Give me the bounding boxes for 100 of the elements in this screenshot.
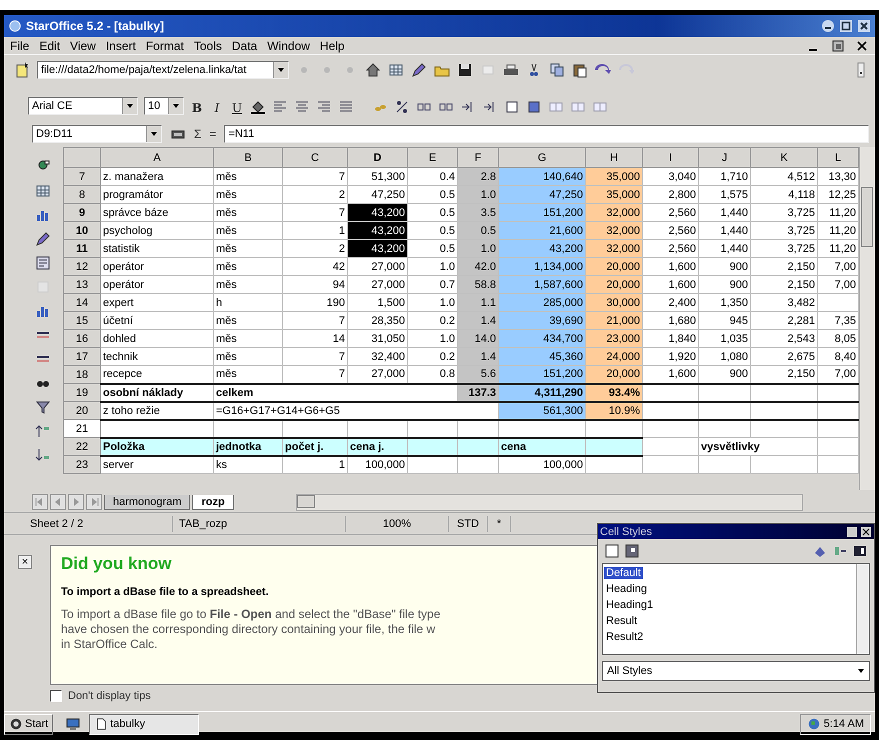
save-icon[interactable] [457,62,473,78]
row-header[interactable]: 21 [64,420,100,438]
pencil-icon[interactable] [411,62,427,78]
equals-button[interactable]: = [209,127,216,141]
square-icon[interactable] [624,543,640,559]
minimize-icon[interactable] [846,526,858,538]
vertical-scrollbar[interactable] [859,147,875,490]
row-header[interactable]: 22 [64,438,100,456]
row-header[interactable]: 13 [64,276,100,294]
sheet-tab[interactable]: rozp [192,494,234,510]
taskbar-button[interactable]: tabulky [89,714,200,734]
tip-heading: To import a dBase file to a spreadsheet. [61,586,269,598]
column-header[interactable]: L [818,148,858,168]
row-header[interactable]: 10 [64,222,100,240]
style-item[interactable]: Heading1 [604,597,855,613]
style-filter-dropdown[interactable]: All Styles [602,661,870,681]
row-header[interactable]: 15 [64,312,100,330]
print-icon[interactable] [503,62,519,78]
row-header[interactable]: 23 [64,456,100,474]
pencil-icon[interactable] [34,231,50,247]
new-document-icon[interactable] [14,62,30,78]
table-cell: 100,000 [498,456,586,474]
row-header[interactable]: 20 [64,402,100,420]
column-header[interactable]: C [282,148,348,168]
copy-icon[interactable] [549,62,565,78]
style-item[interactable]: Heading [604,581,855,597]
border-icon[interactable] [504,99,520,115]
grid-icon[interactable] [388,62,404,78]
filter-icon[interactable] [34,399,50,415]
menu-item[interactable]: Format [146,38,184,52]
row-header[interactable]: 18 [64,366,100,384]
column-header[interactable]: J [698,148,750,168]
sort-ascending-icon[interactable] [34,423,50,439]
close-tip-button[interactable]: × [18,555,32,569]
formula-input[interactable]: =N11 [224,125,869,143]
horizontal-scrollbar[interactable] [296,494,803,510]
globe-icon[interactable] [806,717,821,731]
menu-item[interactable]: Insert [106,38,136,52]
close-icon[interactable] [860,526,872,538]
checkbox[interactable] [50,690,62,702]
format-button[interactable]: I [210,101,224,115]
table-cell: 94 [282,276,348,294]
square-icon[interactable] [604,543,620,559]
sum-button[interactable]: Σ [194,127,202,141]
table-cell: 1.4 [458,348,498,366]
column-header[interactable]: I [642,148,698,168]
menu-item[interactable]: Help [320,38,345,52]
style-item[interactable]: Default [604,565,855,581]
column-header[interactable]: K [750,148,818,168]
column-header[interactable]: A [100,148,214,168]
row-header[interactable]: 12 [64,258,100,276]
column-header[interactable]: E [408,148,458,168]
format-button[interactable]: B [190,101,204,115]
close-icon[interactable] [857,19,871,33]
font-size-field[interactable]: 10 [144,97,184,115]
paste-icon[interactable] [572,62,588,78]
row-header[interactable]: 16 [64,330,100,348]
column-header[interactable]: H [586,148,642,168]
vertical-scrollbar[interactable] [856,564,869,654]
percent-icon[interactable] [394,99,410,115]
table-cell: 7 [282,312,348,330]
sort-descending-icon[interactable] [34,447,50,463]
table-cell: operátor [100,276,214,294]
background-color-icon[interactable] [526,99,542,115]
maximize-icon[interactable] [839,19,853,33]
grid-icon[interactable] [34,183,50,199]
table-cell: 3,482 [750,294,818,312]
menu-item[interactable]: Data [232,38,258,52]
menu-item[interactable]: Tools [194,38,222,52]
column-header[interactable]: F [458,148,498,168]
start-button[interactable]: Start [4,714,54,734]
row-header[interactable]: 7 [64,168,100,186]
house-icon[interactable] [365,62,381,78]
close-icon[interactable] [855,38,869,52]
row-header[interactable]: 14 [64,294,100,312]
row-header[interactable]: 8 [64,186,100,204]
column-header[interactable]: D [348,148,408,168]
style-item[interactable]: Result2 [604,629,855,645]
style-item[interactable]: Result [604,613,855,629]
row-header[interactable]: 17 [64,348,100,366]
row-header[interactable]: 19 [64,384,100,402]
name-box[interactable]: D9:D11 [32,125,162,143]
format-button[interactable]: U [230,101,244,115]
menu-item[interactable]: View [70,38,96,52]
font-name-field[interactable]: Arial CE [28,97,138,115]
minimize-icon[interactable] [821,19,835,33]
table-cell: 32,000 [586,240,642,258]
column-header[interactable]: G [498,148,586,168]
restore-icon[interactable] [831,38,845,52]
column-header[interactable]: B [214,148,282,168]
desktop-icon[interactable] [65,716,82,732]
menu-item[interactable]: Edit [39,38,60,52]
menu-item[interactable]: Window [267,38,310,52]
menu-item[interactable]: File [10,38,30,52]
row-header[interactable]: 9 [64,204,100,222]
row-header[interactable]: 11 [64,240,100,258]
form-icon[interactable] [34,255,50,271]
url-field[interactable]: file:///data2/home/paja/text/zelena.linka/tat [37,61,289,79]
sheet-tab[interactable]: harmonogram [104,494,190,510]
table-cell: 2 [282,186,348,204]
